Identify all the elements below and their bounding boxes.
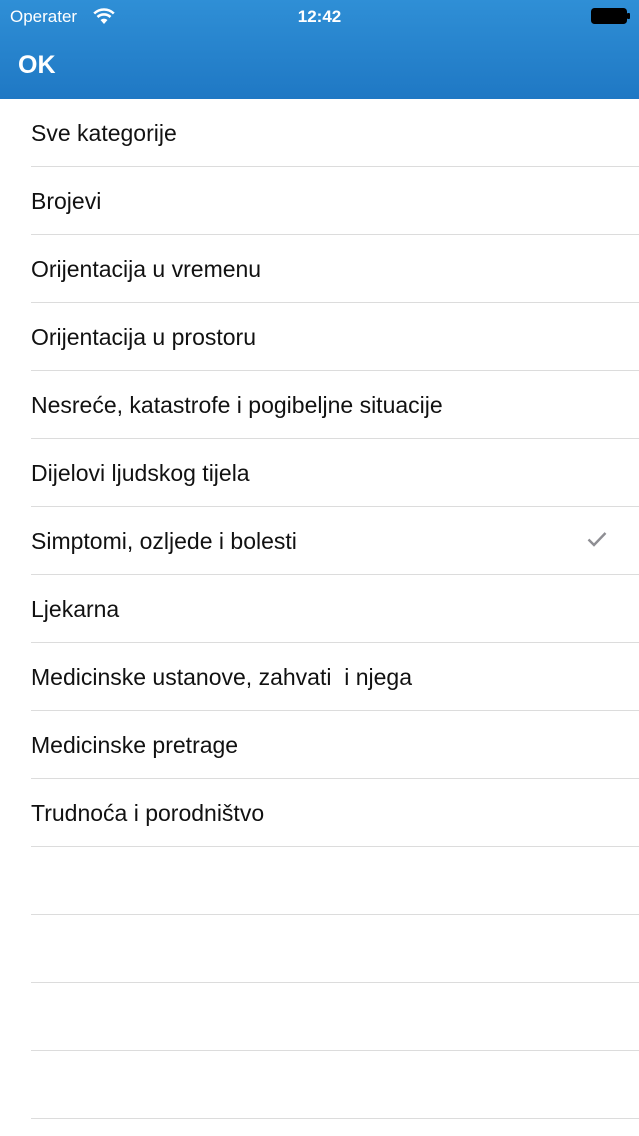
category-label: Simptomi, ozljede i bolesti <box>31 528 297 554</box>
category-label: Brojevi <box>31 188 102 214</box>
category-label: Dijelovi ljudskog tijela <box>31 460 250 486</box>
category-row[interactable]: Ljekarna <box>0 575 639 643</box>
category-label: Medicinske pretrage <box>31 732 239 758</box>
category-label: Medicinske ustanove, zahvati i njega <box>31 664 412 690</box>
navigation-bar: Operater 12:42 OK <box>0 0 639 99</box>
category-row[interactable]: Nesreće, katastrofe i pogibeljne situaci… <box>0 371 639 439</box>
category-label: Orijentacija u prostoru <box>31 324 256 350</box>
category-row[interactable]: Brojevi <box>0 167 639 235</box>
category-row[interactable]: Orijentacija u prostoru <box>0 303 639 371</box>
category-row[interactable]: Simptomi, ozljede i bolesti <box>0 507 639 575</box>
battery-icon <box>591 8 630 24</box>
category-label: Orijentacija u vremenu <box>31 256 262 282</box>
checkmark-icon <box>587 532 607 547</box>
category-row[interactable]: Orijentacija u vremenu <box>0 235 639 303</box>
category-label: Nesreće, katastrofe i pogibeljne situaci… <box>31 392 443 418</box>
category-row[interactable]: Dijelovi ljudskog tijela <box>0 439 639 507</box>
category-label: Ljekarna <box>31 596 120 622</box>
category-list: Sve kategorije Brojevi Orijentacija u vrem… <box>0 99 639 1119</box>
ok-button[interactable]: OK <box>18 51 56 80</box>
category-row[interactable]: Medicinske pretrage <box>0 711 639 779</box>
category-label: Sve kategorije <box>31 120 177 146</box>
status-time: 12:42 <box>297 7 342 26</box>
empty-row <box>0 983 639 1051</box>
empty-row <box>0 915 639 983</box>
category-label: Trudnoća i porodništvo <box>31 800 265 826</box>
empty-row <box>0 1051 639 1119</box>
category-row[interactable]: Sve kategorije <box>0 99 639 167</box>
status-bar: Operater 12:42 <box>0 0 639 34</box>
category-row[interactable]: Trudnoća i porodništvo <box>0 779 639 847</box>
category-row[interactable]: Medicinske ustanove, zahvati i njega <box>0 643 639 711</box>
empty-row <box>0 847 639 915</box>
